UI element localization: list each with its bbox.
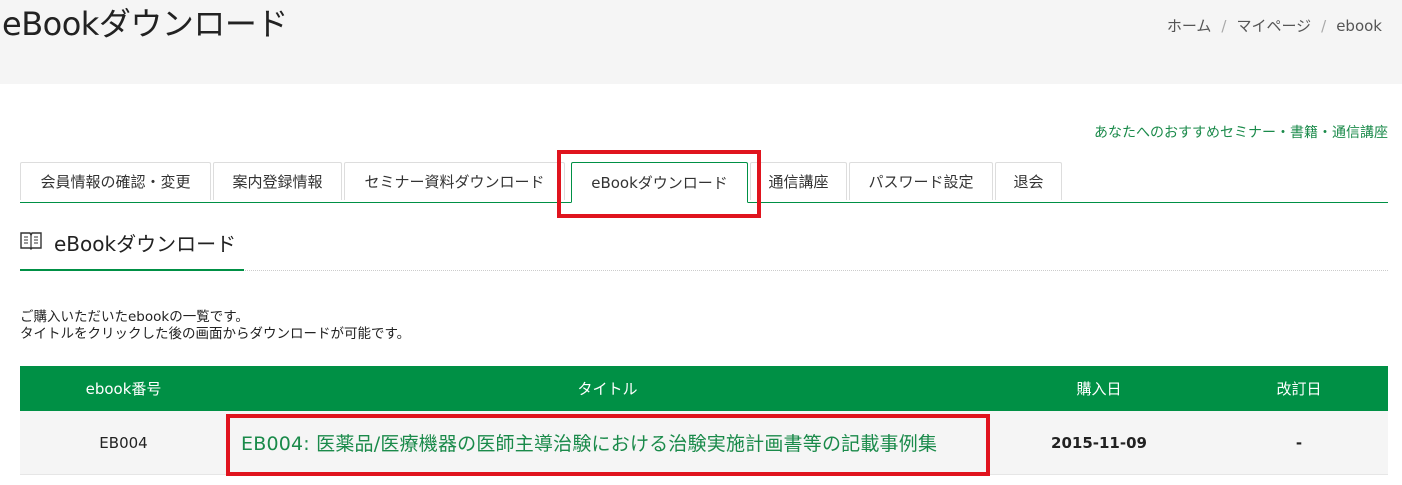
recommend-link[interactable]: あなたへのおすすめセミナー・書籍・通信講座 bbox=[1094, 122, 1388, 142]
section-header: eBookダウンロード bbox=[20, 222, 1388, 271]
revision-date: - bbox=[1210, 411, 1388, 475]
ebook-table: ebook番号 タイトル 購入日 改訂日 EB004 EB004: 医薬品/医療… bbox=[20, 366, 1388, 475]
description-line: タイトルをクリックした後の画面からダウンロードが可能です。 bbox=[20, 326, 411, 342]
tab-correspondence-course[interactable]: 通信講座 bbox=[750, 162, 847, 200]
breadcrumb-separator: / bbox=[1321, 16, 1327, 35]
tab-bar: 会員情報の確認・変更 案内登録情報 セミナー資料ダウンロード eBookダウンロ… bbox=[20, 162, 1388, 203]
section-title: eBookダウンロード bbox=[54, 232, 237, 256]
ebook-title-link[interactable]: EB004: 医薬品/医療機器の医師主導治験における治験実施計画書等の記載事例集 bbox=[241, 433, 937, 455]
column-header-revision-date: 改訂日 bbox=[1210, 366, 1388, 411]
section-underline bbox=[20, 269, 244, 271]
table-header-row: ebook番号 タイトル 購入日 改訂日 bbox=[20, 366, 1388, 411]
tab-ebook-download[interactable]: eBookダウンロード bbox=[571, 162, 748, 203]
column-header-number: ebook番号 bbox=[20, 366, 227, 411]
tab-seminar-downloads[interactable]: セミナー資料ダウンロード bbox=[344, 162, 565, 200]
page-header: eBookダウンロード ホーム / マイページ / ebook bbox=[0, 0, 1402, 84]
page-title: eBookダウンロード bbox=[2, 5, 288, 43]
book-icon bbox=[20, 232, 42, 250]
table-row: EB004 EB004: 医薬品/医療機器の医師主導治験における治験実施計画書等… bbox=[20, 411, 1388, 475]
tab-password-settings[interactable]: パスワード設定 bbox=[849, 162, 993, 200]
tab-member-info[interactable]: 会員情報の確認・変更 bbox=[20, 162, 211, 200]
tab-withdraw[interactable]: 退会 bbox=[995, 162, 1062, 200]
purchase-date: 2015-11-09 bbox=[988, 411, 1210, 475]
column-header-title: タイトル bbox=[227, 366, 988, 411]
breadcrumb-home[interactable]: ホーム bbox=[1167, 15, 1212, 36]
breadcrumb: ホーム / マイページ / ebook bbox=[1167, 15, 1382, 36]
column-header-purchase-date: 購入日 bbox=[988, 366, 1210, 411]
breadcrumb-separator: / bbox=[1221, 16, 1227, 35]
breadcrumb-mypage[interactable]: マイページ bbox=[1236, 15, 1311, 36]
description: ご購入いただいたebookの一覧です。 タイトルをクリックした後の画面からダウン… bbox=[20, 309, 410, 343]
ebook-title-cell: EB004: 医薬品/医療機器の医師主導治験における治験実施計画書等の記載事例集 bbox=[227, 411, 988, 475]
ebook-number: EB004 bbox=[20, 411, 227, 475]
breadcrumb-current: ebook bbox=[1336, 16, 1382, 35]
tab-guide-registration[interactable]: 案内登録情報 bbox=[213, 162, 342, 200]
description-line: ご購入いただいたebookの一覧です。 bbox=[20, 309, 249, 325]
